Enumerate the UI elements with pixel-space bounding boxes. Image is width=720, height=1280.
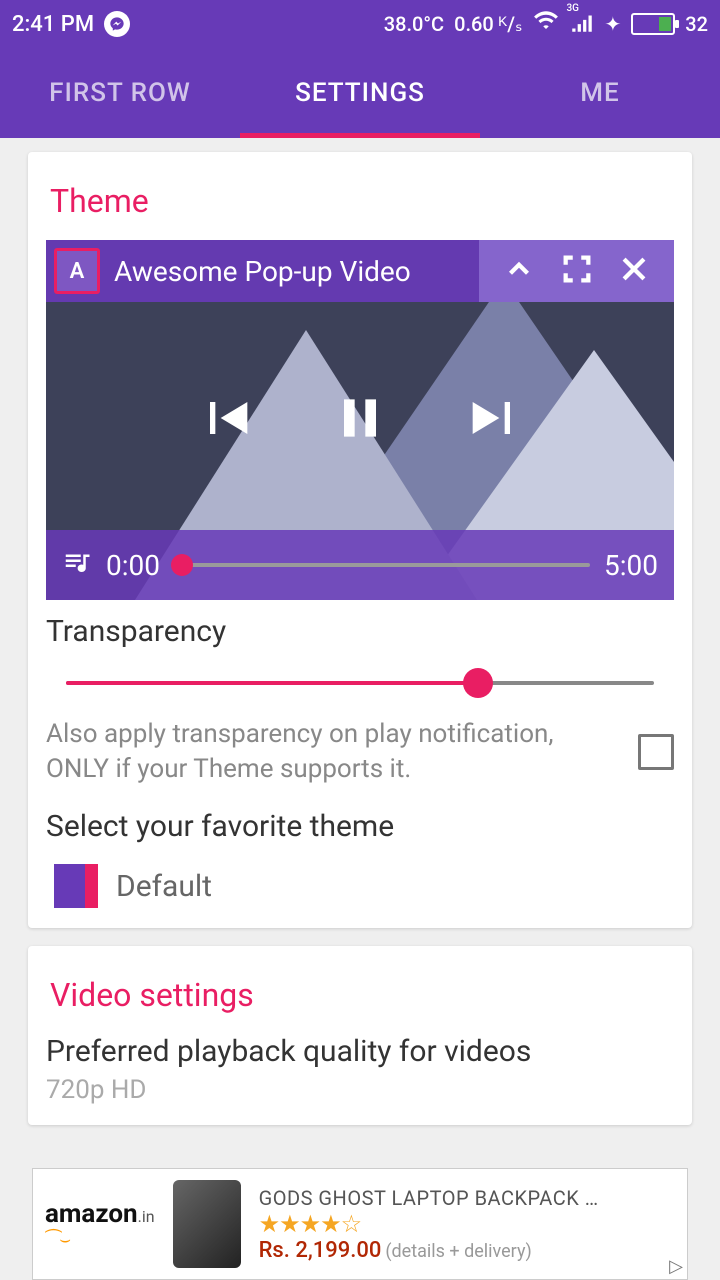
collapse-icon[interactable]: [502, 252, 536, 290]
close-icon[interactable]: [617, 252, 651, 290]
theme-swatch-icon: [54, 864, 98, 908]
charging-icon: ✦: [605, 12, 622, 36]
status-speed: 0.60 ᴷ/ₛ: [454, 12, 522, 37]
ad-detail: (details + delivery): [385, 1241, 531, 1262]
ad-product-title: GODS GHOST LAPTOP BACKPACK …: [259, 1186, 675, 1210]
status-bar: 2:41 PM 38.0°C 0.60 ᴷ/ₛ 3G ✦ 32: [0, 0, 720, 48]
adchoices-icon[interactable]: ▷: [669, 1256, 683, 1277]
battery-percent: 32: [685, 12, 708, 36]
playback-time-end: 5:00: [604, 549, 658, 582]
signal-icon: 3G: [569, 9, 595, 40]
pause-icon[interactable]: [328, 386, 392, 454]
ad-banner[interactable]: amazon.in ⏜⌣ GODS GHOST LAPTOP BACKPACK …: [32, 1168, 688, 1280]
video-settings-title: Video settings: [46, 976, 674, 1014]
tab-me[interactable]: ME: [480, 48, 720, 138]
video-settings-card: Video settings Preferred playback qualit…: [28, 946, 692, 1125]
app-logo-icon: A: [54, 248, 100, 294]
playback-time-start: 0:00: [106, 549, 160, 582]
battery-icon: [631, 13, 675, 35]
theme-title: Theme: [46, 182, 674, 220]
apply-notification-label: Also apply transparency on play notifica…: [46, 717, 618, 787]
theme-selector[interactable]: Default: [54, 864, 674, 908]
transparency-slider[interactable]: [66, 681, 654, 685]
seek-slider[interactable]: [174, 563, 590, 567]
theme-preview: A Awesome Pop-up Video 0:00 5:00: [46, 240, 674, 600]
wifi-icon: [533, 9, 559, 40]
tab-first-row[interactable]: FIRST ROW: [0, 48, 240, 138]
ad-product-image: [173, 1180, 241, 1268]
tab-bar: FIRST ROW SETTINGS ME: [0, 48, 720, 138]
theme-card: Theme A Awesome Pop-up Video 0:00: [28, 152, 692, 928]
status-temp: 38.0°C: [384, 12, 444, 36]
ad-rating-stars: ★★★★☆: [259, 1210, 675, 1238]
quality-value: 720p HD: [46, 1075, 674, 1105]
playlist-icon[interactable]: [62, 547, 92, 584]
fullscreen-icon[interactable]: [560, 252, 594, 290]
content-scroll[interactable]: Theme A Awesome Pop-up Video 0:00: [0, 138, 720, 1280]
select-theme-label: Select your favorite theme: [46, 809, 674, 844]
tab-settings[interactable]: SETTINGS: [240, 48, 480, 138]
ad-price: Rs. 2,199.00: [259, 1238, 382, 1263]
messenger-icon: [104, 11, 130, 37]
apply-notification-checkbox[interactable]: [638, 734, 674, 770]
transparency-label: Transparency: [46, 614, 674, 649]
selected-theme-name: Default: [116, 869, 212, 904]
preview-title: Awesome Pop-up Video: [114, 255, 411, 288]
quality-label[interactable]: Preferred playback quality for videos: [46, 1034, 674, 1069]
next-icon[interactable]: [462, 386, 526, 454]
status-time: 2:41 PM: [12, 12, 94, 37]
ad-brand: amazon.in ⏜⌣: [45, 1199, 155, 1250]
previous-icon[interactable]: [194, 386, 258, 454]
